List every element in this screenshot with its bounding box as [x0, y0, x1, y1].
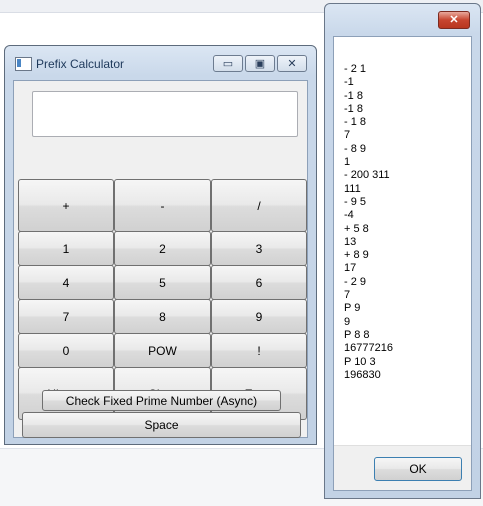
digit-6-button[interactable]: 6: [211, 265, 307, 300]
plus-button[interactable]: +: [18, 179, 114, 232]
expression-display[interactable]: [32, 91, 298, 137]
maximize-button[interactable]: ▣: [245, 55, 275, 72]
digit-5-button[interactable]: 5: [114, 265, 211, 300]
calculator-client-area: + - / 1 2 3 4 5 6 7 8 9 0 POW ! History …: [13, 80, 308, 438]
check-prime-button[interactable]: Check Fixed Prime Number (Async): [42, 390, 281, 411]
history-line: 17: [344, 262, 357, 275]
history-line: -1: [344, 76, 354, 89]
pow-button[interactable]: POW: [114, 333, 211, 368]
history-line: + 5 8: [344, 222, 369, 235]
digit-0-button[interactable]: 0: [18, 333, 114, 368]
digit-8-button[interactable]: 8: [114, 299, 211, 334]
history-line: + 8 9: [344, 249, 369, 262]
close-button[interactable]: ✕: [277, 55, 307, 72]
window-title: Prefix Calculator: [36, 57, 125, 71]
history-line: - 2 9: [344, 275, 367, 288]
history-line: P 9: [344, 302, 361, 315]
history-line: - 2 1: [344, 63, 367, 75]
history-line: - 200 311: [344, 169, 390, 182]
digit-1-button[interactable]: 1: [18, 231, 114, 266]
history-line: 1: [344, 156, 351, 169]
close-icon: ✕: [287, 58, 297, 70]
history-line: 16777216: [344, 342, 393, 355]
history-line: 9: [344, 315, 351, 328]
space-button[interactable]: Space: [22, 412, 301, 438]
history-content: - 2 1 -1 -1 8 -1 8 - 1 8 7 - 8 9 1 - 200…: [333, 36, 472, 491]
minimize-icon: ▭: [222, 58, 234, 70]
history-line: - 9 5: [344, 195, 367, 208]
app-window-icon: [15, 57, 32, 71]
history-line: 196830: [344, 368, 381, 381]
digit-2-button[interactable]: 2: [114, 231, 211, 266]
dialog-close-button[interactable]: ✕: [438, 11, 470, 29]
factorial-button[interactable]: !: [211, 333, 307, 368]
dialog-footer: OK: [334, 445, 471, 490]
history-line: 13: [344, 235, 357, 248]
digit-4-button[interactable]: 4: [18, 265, 114, 300]
minus-button[interactable]: -: [114, 179, 211, 232]
digit-9-button[interactable]: 9: [211, 299, 307, 334]
history-line: - 1 8: [344, 116, 367, 129]
minimize-button[interactable]: ▭: [213, 55, 243, 72]
calculator-window: Prefix Calculator ▭ ▣ ✕ + - / 1 2 3 4 5 …: [4, 45, 317, 445]
digit-7-button[interactable]: 7: [18, 299, 114, 334]
digit-3-button[interactable]: 3: [211, 231, 307, 266]
history-line: 7: [344, 289, 351, 302]
history-line: 7: [344, 129, 351, 142]
history-list: - 2 1 -1 -1 8 -1 8 - 1 8 7 - 8 9 1 - 200…: [344, 63, 393, 382]
title-bar[interactable]: Prefix Calculator ▭ ▣ ✕: [5, 46, 316, 80]
history-line: P 8 8: [344, 328, 370, 341]
divide-button[interactable]: /: [211, 179, 307, 232]
history-line: - 8 9: [344, 142, 367, 155]
history-line: -1 8: [344, 89, 363, 102]
history-line: -4: [344, 209, 354, 222]
ok-button[interactable]: OK: [374, 457, 462, 481]
history-line: P 10 3: [344, 355, 376, 368]
close-icon: ✕: [449, 14, 459, 26]
history-dialog: ✕ - 2 1 -1 -1 8 -1 8 - 1 8 7 - 8 9 1 - 2…: [324, 3, 481, 499]
history-line: -1 8: [344, 102, 363, 115]
history-line: 111: [344, 182, 361, 195]
maximize-icon: ▣: [254, 58, 266, 70]
